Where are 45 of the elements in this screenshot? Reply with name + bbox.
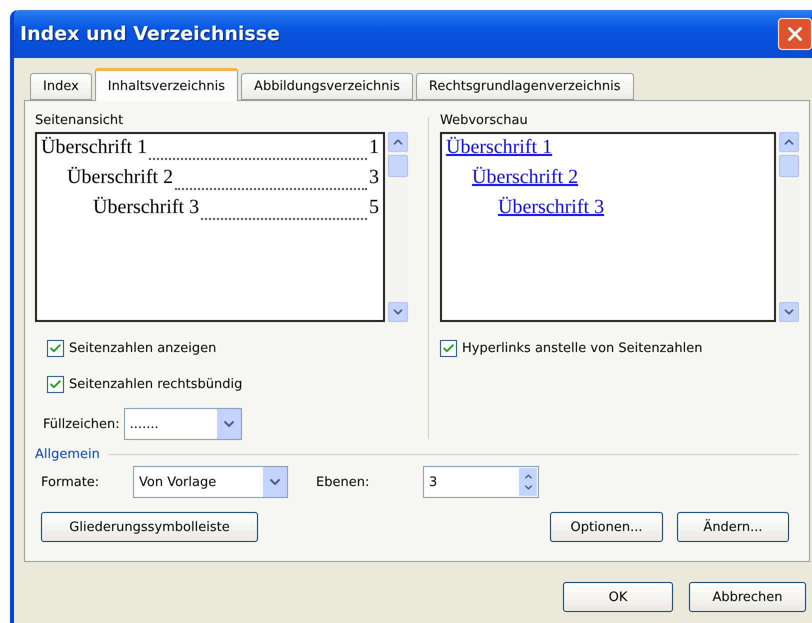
checkbox[interactable] — [47, 340, 64, 356]
page-number: 1 — [369, 136, 379, 159]
levels-spinner[interactable]: 3 — [423, 466, 539, 498]
scroll-up-button[interactable] — [388, 132, 408, 152]
field-label: Ebenen: — [316, 474, 370, 490]
close-button[interactable] — [778, 18, 812, 50]
formats-dropdown[interactable]: Von Vorlage — [133, 466, 288, 498]
heading-link[interactable]: Überschrift 2 — [472, 166, 578, 189]
section-label: Webvorschau — [440, 113, 529, 128]
check-icon — [49, 342, 62, 354]
window-title: Index und Verzeichnisse — [20, 23, 280, 45]
heading-entry: Überschrift 3 — [93, 196, 200, 219]
leader-dropdown[interactable]: ....... — [124, 408, 242, 440]
checkbox[interactable] — [440, 340, 457, 356]
tab[interactable]: Index — [30, 73, 92, 100]
checkbox[interactable] — [47, 376, 64, 392]
check-icon — [49, 378, 62, 390]
checkbox-label: Seitenzahlen anzeigen — [69, 340, 216, 356]
cancel-button[interactable]: Abbrechen — [689, 582, 806, 612]
heading-entry: Überschrift 2 — [67, 166, 174, 189]
heading-entry: Überschrift 1 — [41, 136, 148, 159]
scroll-up-button[interactable] — [779, 132, 799, 152]
scroll-down-button[interactable] — [388, 302, 408, 322]
outline-toolbar-button[interactable]: Gliederungssymbolleiste — [41, 512, 258, 542]
ok-button[interactable]: OK — [563, 582, 673, 612]
options-button[interactable]: Optionen... — [550, 512, 663, 542]
scrollbar-thumb[interactable] — [779, 155, 799, 177]
scroll-down-button[interactable] — [779, 302, 799, 322]
tab[interactable]: Inhaltsverzeichnis — [94, 68, 238, 101]
field-label: Formate: — [41, 474, 100, 490]
spin-arrows-icon — [519, 468, 537, 496]
page-number: 5 — [369, 196, 379, 219]
tab[interactable]: Rechtsgrundlagenverzeichnis — [416, 73, 634, 100]
heading-link[interactable]: Überschrift 1 — [446, 136, 552, 159]
page-number: 3 — [369, 166, 379, 189]
checkbox-label: Seitenzahlen rechtsbündig — [69, 376, 242, 392]
group-title: Allgemein — [35, 447, 100, 462]
section-label: Seitenansicht — [35, 113, 124, 128]
scrollbar-thumb[interactable] — [388, 155, 408, 177]
field-label: Füllzeichen: — [43, 416, 120, 432]
check-icon — [442, 342, 455, 354]
heading-link[interactable]: Überschrift 3 — [498, 196, 604, 219]
tab[interactable]: Abbildungsverzeichnis — [241, 73, 413, 100]
modify-button[interactable]: Ändern... — [677, 512, 789, 542]
checkbox-label: Hyperlinks anstelle von Seitenzahlen — [462, 340, 702, 356]
